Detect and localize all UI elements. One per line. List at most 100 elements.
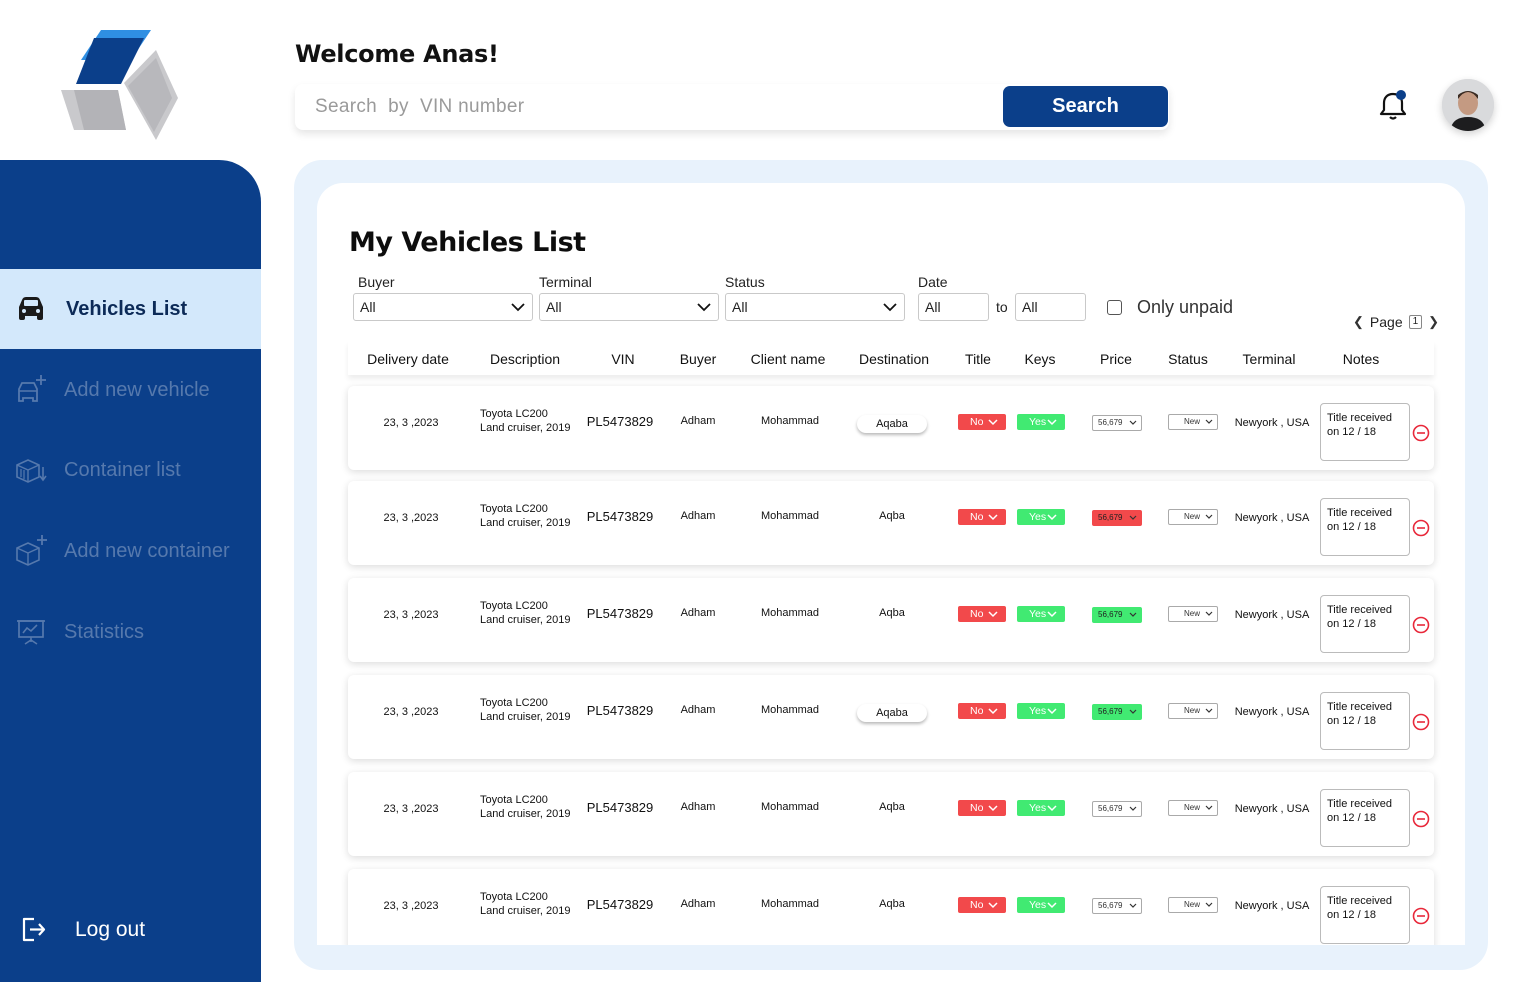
description-detail: Land cruiser, 2019 bbox=[480, 905, 571, 917]
add-container-icon bbox=[14, 534, 48, 568]
description-cell: Toyota LC200 Land cruiser, 2019 bbox=[480, 793, 571, 821]
user-avatar[interactable] bbox=[1442, 79, 1494, 131]
chevron-down-icon bbox=[1205, 902, 1213, 907]
keys-select[interactable]: Yes bbox=[1017, 897, 1065, 913]
price-select[interactable]: 56,679 bbox=[1092, 607, 1142, 623]
table-row[interactable]: 23, 3 ,2023 Toyota LC200 Land cruiser, 2… bbox=[348, 772, 1434, 856]
buyer-cell: Adham bbox=[680, 801, 716, 813]
sidebar-item-add-new-vehicle[interactable]: Add new vehicle bbox=[0, 350, 261, 430]
price-select[interactable]: 56,679 bbox=[1092, 415, 1142, 431]
keys-select[interactable]: Yes bbox=[1017, 606, 1065, 622]
keys-select[interactable]: Yes bbox=[1017, 414, 1065, 430]
status-select[interactable]: New bbox=[1168, 509, 1218, 525]
status-select[interactable]: New bbox=[1168, 800, 1218, 816]
description-model: Toyota LC200 bbox=[480, 408, 548, 420]
chevron-down-icon bbox=[988, 805, 998, 812]
remove-circle-icon[interactable] bbox=[1412, 424, 1430, 442]
notes-field[interactable]: Title received on 12 / 18 bbox=[1320, 692, 1410, 750]
price-select[interactable]: 56,679 bbox=[1092, 898, 1142, 914]
sidebar-item-statistics[interactable]: Statistics bbox=[0, 592, 261, 672]
chevron-down-icon bbox=[988, 514, 998, 521]
price-select[interactable]: 56,679 bbox=[1092, 510, 1142, 526]
price-select[interactable]: 56,679 bbox=[1092, 704, 1142, 720]
notes-line: Title received bbox=[1327, 798, 1393, 810]
title-select[interactable]: No bbox=[958, 703, 1006, 719]
logout-icon bbox=[18, 914, 48, 949]
title-select-value: No bbox=[970, 802, 984, 814]
search-input[interactable] bbox=[315, 94, 995, 120]
terminal-select[interactable]: All bbox=[539, 293, 719, 321]
notes-field[interactable]: Title received on 12 / 18 bbox=[1320, 789, 1410, 847]
keys-select[interactable]: Yes bbox=[1017, 800, 1065, 816]
table-row[interactable]: 23, 3 ,2023 Toyota LC200 Land cruiser, 2… bbox=[348, 675, 1434, 759]
buyer-cell: Adham bbox=[680, 704, 716, 716]
pagination: ❮ Page 1 ❯ bbox=[1353, 314, 1439, 330]
notification-bell-icon[interactable] bbox=[1377, 88, 1409, 122]
table-row[interactable]: 23, 3 ,2023 Toyota LC200 Land cruiser, 2… bbox=[348, 386, 1434, 470]
description-cell: Toyota LC200 Land cruiser, 2019 bbox=[480, 890, 571, 918]
client-name-cell: Mohammad bbox=[760, 704, 820, 716]
chevron-down-icon bbox=[1205, 611, 1213, 616]
keys-select[interactable]: Yes bbox=[1017, 509, 1065, 525]
status-select[interactable]: New bbox=[1168, 606, 1218, 622]
title-select[interactable]: No bbox=[958, 509, 1006, 525]
price-select[interactable]: 56,679 bbox=[1092, 801, 1142, 817]
page-number[interactable]: 1 bbox=[1408, 315, 1423, 329]
title-select[interactable]: No bbox=[958, 897, 1006, 913]
keys-select-value: Yes bbox=[1029, 899, 1047, 911]
notes-field[interactable]: Title received on 12 / 18 bbox=[1320, 403, 1410, 461]
column-header: Delivery date bbox=[367, 351, 449, 367]
price-select-value: 56,679 bbox=[1098, 418, 1123, 427]
status-select[interactable]: New bbox=[1168, 703, 1218, 719]
title-select[interactable]: No bbox=[958, 800, 1006, 816]
keys-select-value: Yes bbox=[1029, 802, 1047, 814]
remove-circle-icon[interactable] bbox=[1412, 713, 1430, 731]
remove-circle-icon[interactable] bbox=[1412, 907, 1430, 925]
next-page-icon[interactable]: ❯ bbox=[1428, 314, 1439, 330]
chevron-down-icon bbox=[1129, 612, 1137, 617]
chevron-down-icon bbox=[1047, 708, 1057, 715]
sidebar-item-label: Add new container bbox=[64, 539, 230, 562]
prev-page-icon[interactable]: ❮ bbox=[1353, 314, 1364, 330]
notes-field[interactable]: Title received on 12 / 18 bbox=[1320, 498, 1410, 556]
sidebar-item-vehicles-list[interactable]: Vehicles List bbox=[0, 269, 261, 349]
keys-select-value: Yes bbox=[1029, 705, 1047, 717]
status-select[interactable]: New bbox=[1168, 897, 1218, 913]
terminal-cell: Newyork , USA bbox=[1234, 900, 1310, 912]
column-header: Keys bbox=[1024, 351, 1056, 367]
status-select-value: New bbox=[1184, 706, 1201, 715]
delivery-date-cell: 23, 3 ,2023 bbox=[383, 609, 439, 621]
terminal-cell: Newyork , USA bbox=[1234, 512, 1310, 524]
search-button[interactable]: Search bbox=[1003, 86, 1168, 127]
title-select[interactable]: No bbox=[958, 606, 1006, 622]
keys-select-value: Yes bbox=[1029, 511, 1047, 523]
status-select[interactable]: All bbox=[725, 293, 905, 321]
notes-field[interactable]: Title received on 12 / 18 bbox=[1320, 886, 1410, 944]
vin-cell: PL5473829 bbox=[586, 414, 654, 429]
price-select-value: 56,679 bbox=[1098, 804, 1123, 813]
buyer-cell: Adham bbox=[680, 607, 716, 619]
remove-circle-icon[interactable] bbox=[1412, 519, 1430, 537]
sidebar-item-container-list[interactable]: Container list bbox=[0, 430, 261, 510]
description-model: Toyota LC200 bbox=[480, 891, 548, 903]
only-unpaid-checkbox[interactable] bbox=[1107, 300, 1122, 315]
delivery-date-cell: 23, 3 ,2023 bbox=[383, 900, 439, 912]
notes-field[interactable]: Title received on 12 / 18 bbox=[1320, 595, 1410, 653]
sidebar-item-add-new-container[interactable]: Add new container bbox=[0, 511, 261, 591]
table-row[interactable]: 23, 3 ,2023 Toyota LC200 Land cruiser, 2… bbox=[348, 869, 1434, 945]
status-select[interactable]: New bbox=[1168, 414, 1218, 430]
table-row[interactable]: 23, 3 ,2023 Toyota LC200 Land cruiser, 2… bbox=[348, 481, 1434, 565]
date-from-field[interactable]: All bbox=[918, 293, 989, 321]
chevron-down-icon bbox=[1205, 514, 1213, 519]
logout-button[interactable]: Log out bbox=[0, 910, 261, 952]
table-row[interactable]: 23, 3 ,2023 Toyota LC200 Land cruiser, 2… bbox=[348, 578, 1434, 662]
column-header: Notes bbox=[1342, 351, 1380, 367]
title-select[interactable]: No bbox=[958, 414, 1006, 430]
remove-circle-icon[interactable] bbox=[1412, 616, 1430, 634]
sidebar-item-label: Statistics bbox=[64, 620, 145, 643]
keys-select[interactable]: Yes bbox=[1017, 703, 1065, 719]
description-cell: Toyota LC200 Land cruiser, 2019 bbox=[480, 502, 571, 530]
date-to-field[interactable]: All bbox=[1015, 293, 1086, 321]
remove-circle-icon[interactable] bbox=[1412, 810, 1430, 828]
buyer-select[interactable]: All bbox=[353, 293, 533, 321]
